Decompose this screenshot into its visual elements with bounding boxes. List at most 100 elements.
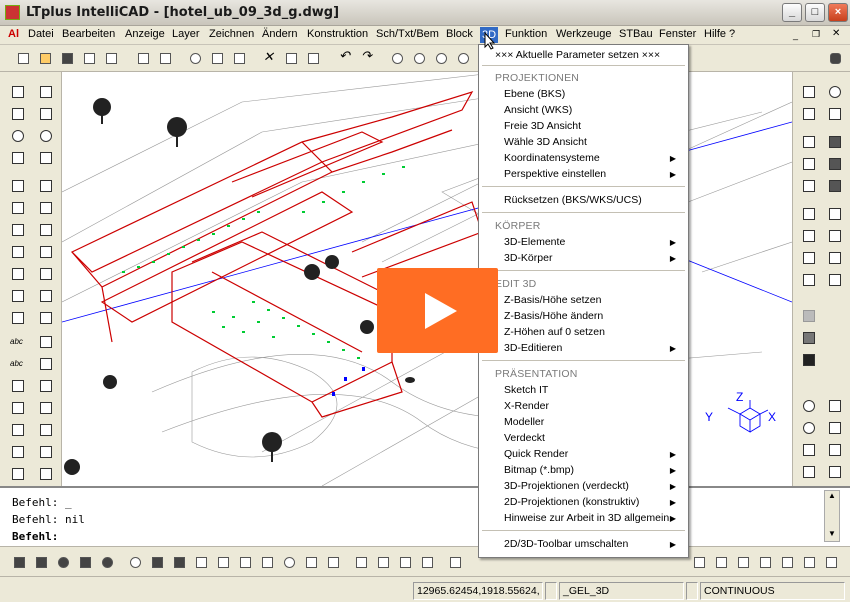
command-window[interactable]: Befehl: _ Befehl: nil Befehl: bbox=[0, 486, 850, 546]
hide-icon[interactable] bbox=[801, 464, 817, 480]
shade-medium-icon[interactable] bbox=[801, 330, 817, 346]
menu-stbau[interactable]: STBau bbox=[619, 28, 653, 40]
menu-item-z-basis-setzen[interactable]: Z-Basis/Höhe setzen bbox=[504, 294, 601, 306]
status-layer-swatch[interactable] bbox=[686, 582, 698, 600]
current-layer[interactable]: _GEL_3D bbox=[559, 582, 684, 600]
block-insert-icon[interactable] bbox=[38, 444, 54, 460]
linear-dim-icon[interactable] bbox=[10, 400, 26, 416]
menu-item-3d-elemente[interactable]: 3D-Elemente ▶ bbox=[504, 236, 684, 248]
redo-icon[interactable]: ↷ bbox=[358, 48, 376, 67]
maximize-button[interactable]: □ bbox=[805, 3, 825, 22]
menu-item-freie-3d-ansicht[interactable]: Freie 3D Ansicht bbox=[504, 120, 581, 132]
doc-minimize-icon[interactable]: _ bbox=[793, 30, 798, 40]
menu-item-3d-editieren[interactable]: 3D-Editieren ▶ bbox=[504, 342, 684, 354]
status-color-swatch[interactable] bbox=[545, 582, 557, 600]
3d-mirror-icon[interactable] bbox=[712, 553, 730, 571]
doc-close-icon[interactable]: ✕ bbox=[832, 28, 840, 39]
view-back-icon[interactable] bbox=[827, 250, 843, 266]
current-linetype[interactable]: CONTINUOUS bbox=[700, 582, 845, 600]
view-top-icon[interactable] bbox=[801, 206, 817, 222]
video-play-button[interactable] bbox=[377, 268, 498, 353]
xline-icon[interactable] bbox=[38, 106, 54, 122]
menu-hilfe[interactable]: Hilfe ? bbox=[704, 28, 735, 40]
menu-item-waehle-3d-ansicht[interactable]: Wähle 3D Ansicht bbox=[504, 136, 587, 148]
scale-icon[interactable] bbox=[10, 200, 26, 216]
menu-zeichnen[interactable]: Zeichnen bbox=[209, 28, 254, 40]
menu-item-toolbar-umschalten[interactable]: 2D/3D-Toolbar umschalten ▶ bbox=[504, 538, 684, 550]
snap-endpoint-icon[interactable] bbox=[801, 84, 817, 100]
find-replace-icon[interactable] bbox=[10, 378, 26, 394]
menu-bearbeiten[interactable]: Bearbeiten bbox=[62, 28, 115, 40]
view-iso-sw-icon[interactable] bbox=[801, 272, 817, 288]
explode-icon[interactable] bbox=[10, 310, 26, 326]
circle-icon[interactable] bbox=[38, 128, 54, 144]
menu-sch-txt-bem[interactable]: Sch/Txt/Bem bbox=[376, 28, 439, 40]
layer-on-icon[interactable] bbox=[801, 134, 817, 150]
menu-item-2d-projektionen[interactable]: 2D-Projektionen (konstruktiv) ▶ bbox=[504, 496, 684, 508]
3d-scene-icon[interactable] bbox=[822, 553, 840, 571]
scroll-down-icon[interactable]: ▼ bbox=[828, 529, 836, 538]
menu-item-ruecksetzen[interactable]: Rücksetzen (BKS/WKS/UCS) bbox=[504, 194, 642, 206]
menu-item-modeller[interactable]: Modeller bbox=[504, 416, 544, 428]
delete-icon[interactable]: ✕ bbox=[260, 49, 278, 67]
array-icon[interactable] bbox=[10, 222, 26, 238]
fillet-icon[interactable] bbox=[10, 288, 26, 304]
3d-box-icon[interactable] bbox=[10, 553, 28, 571]
3d-material-icon[interactable] bbox=[800, 553, 818, 571]
layer-unlock-icon[interactable] bbox=[827, 156, 843, 172]
copy-icon[interactable] bbox=[208, 49, 226, 67]
properties-icon[interactable] bbox=[38, 310, 54, 326]
rotate-icon[interactable] bbox=[38, 178, 54, 194]
menu-item-bitmap[interactable]: Bitmap (*.bmp) ▶ bbox=[504, 464, 684, 476]
view-left-icon[interactable] bbox=[801, 228, 817, 244]
3d-dome-icon[interactable] bbox=[148, 553, 166, 571]
menu-item-hinweise[interactable]: Hinweise zur Arbeit in 3D allgemein ▶ bbox=[504, 512, 684, 524]
zoom-window-icon[interactable] bbox=[432, 49, 450, 67]
3d-align-icon[interactable] bbox=[756, 553, 774, 571]
extend-icon[interactable] bbox=[38, 244, 54, 260]
menu-item-quick-render[interactable]: Quick Render ▶ bbox=[504, 448, 684, 460]
shade-light-icon[interactable] bbox=[801, 308, 817, 324]
print-preview-icon[interactable] bbox=[102, 49, 120, 67]
snap-center-icon[interactable] bbox=[801, 106, 817, 122]
3d-slice-icon[interactable] bbox=[302, 553, 320, 571]
block-define-icon[interactable] bbox=[10, 466, 26, 482]
chamfer-icon[interactable] bbox=[38, 288, 54, 304]
command-scrollbar[interactable]: ▲ ▼ bbox=[824, 490, 840, 542]
menu-aendern[interactable]: Ändern bbox=[262, 28, 297, 40]
doc-restore-icon[interactable]: ❐ bbox=[812, 29, 820, 40]
offset-icon[interactable] bbox=[38, 222, 54, 238]
break-icon[interactable] bbox=[38, 266, 54, 282]
layer-off-icon[interactable] bbox=[801, 156, 817, 172]
close-button[interactable]: × bbox=[828, 3, 848, 22]
angular-dim-icon[interactable] bbox=[38, 422, 54, 438]
polygon-icon[interactable] bbox=[38, 150, 54, 166]
radius-dim-icon[interactable] bbox=[10, 422, 26, 438]
menu-konstruktion[interactable]: Konstruktion bbox=[307, 28, 368, 40]
3d-intersect-icon[interactable] bbox=[396, 553, 414, 571]
menu-werkzeuge[interactable]: Werkzeuge bbox=[556, 28, 611, 40]
3d-section-icon[interactable] bbox=[324, 553, 342, 571]
regen-icon[interactable] bbox=[827, 464, 843, 480]
menu-item-koordinatensysteme[interactable]: Koordinatensysteme ▶ bbox=[504, 152, 684, 164]
menu-datei[interactable]: Datei bbox=[28, 28, 54, 40]
3d-wedge-icon[interactable] bbox=[32, 553, 50, 571]
clip-icon[interactable] bbox=[801, 442, 817, 458]
minimize-button[interactable]: _ bbox=[782, 3, 802, 22]
3d-cylinder-icon[interactable] bbox=[76, 553, 94, 571]
zoom-extents-icon[interactable] bbox=[454, 49, 472, 67]
3d-revolve-icon[interactable] bbox=[280, 553, 298, 571]
view-bottom-icon[interactable] bbox=[827, 206, 843, 222]
menu-item-sketch-it[interactable]: Sketch IT bbox=[504, 384, 548, 396]
plot-icon[interactable] bbox=[156, 49, 174, 67]
3d-pyramid-icon[interactable] bbox=[236, 553, 254, 571]
menu-item-3d-koerper[interactable]: 3D-Körper ▶ bbox=[504, 252, 684, 264]
3d-union-icon[interactable] bbox=[352, 553, 370, 571]
menu-fenster[interactable]: Fenster bbox=[659, 28, 696, 40]
save-icon[interactable] bbox=[58, 49, 76, 67]
menu-funktion[interactable]: Funktion bbox=[505, 28, 547, 40]
menu-item-3d-projektionen[interactable]: 3D-Projektionen (verdeckt) ▶ bbox=[504, 480, 684, 492]
mtext-icon[interactable] bbox=[38, 334, 54, 350]
3d-rotate-icon[interactable] bbox=[690, 553, 708, 571]
3d-light-icon[interactable] bbox=[778, 553, 796, 571]
